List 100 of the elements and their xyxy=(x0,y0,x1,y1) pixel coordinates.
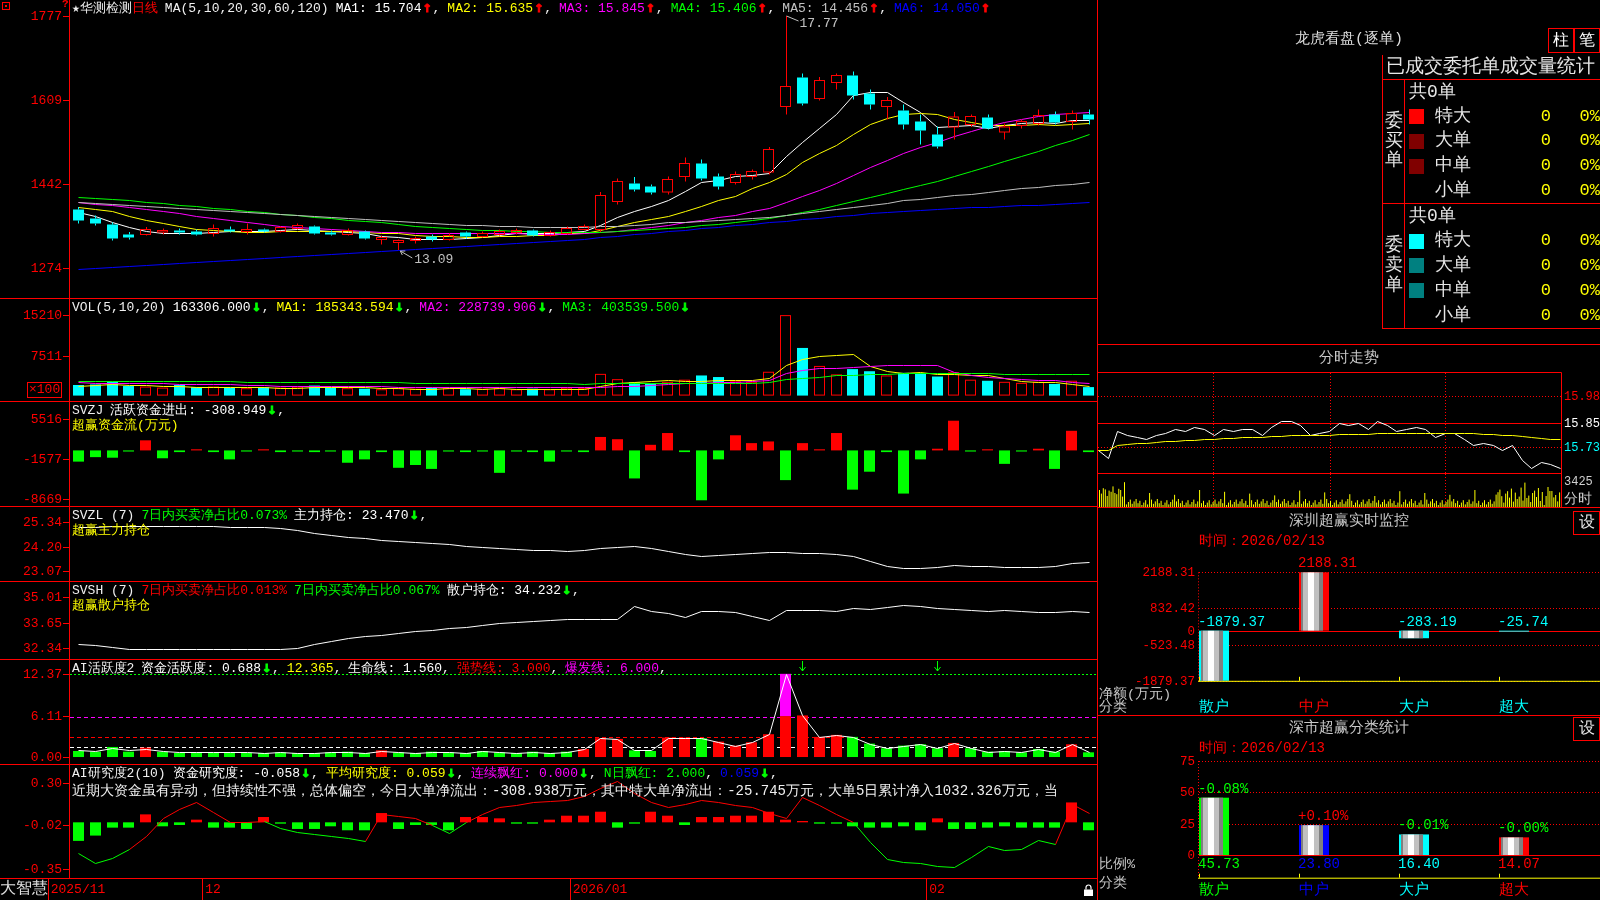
settings-button[interactable]: 设 xyxy=(1573,511,1600,535)
volume-bar xyxy=(544,389,555,396)
help-mark[interactable]: ? xyxy=(62,0,69,9)
indicator-bar xyxy=(932,748,943,757)
indicator-bar xyxy=(511,822,522,824)
candlestick xyxy=(309,225,320,235)
volume-bar xyxy=(881,375,892,396)
category-label: 大户 xyxy=(1399,881,1429,899)
legend-label: 7日内买卖净占比0.073% xyxy=(141,508,288,523)
candlestick xyxy=(881,96,892,120)
indicator-bar xyxy=(847,822,858,827)
candlestick xyxy=(713,173,724,190)
candlestick xyxy=(898,104,909,130)
category-label: 超大 xyxy=(1499,698,1529,715)
indicator-bar xyxy=(73,450,84,462)
change-label: -0.00% xyxy=(1498,820,1549,837)
indicator-bar xyxy=(359,822,370,831)
indicator-bar xyxy=(309,822,320,829)
category-label: 中户 xyxy=(1299,698,1329,715)
volume-bar xyxy=(932,376,943,396)
indicator-bar xyxy=(932,818,943,823)
volume-bar xyxy=(578,388,589,396)
indicator-bar xyxy=(292,753,303,757)
axis-tick-label: 0 xyxy=(1187,848,1195,863)
order-share: 0% xyxy=(1579,305,1600,326)
axis-tick-label: 23.07 xyxy=(23,564,62,579)
axis-tick-label: 75 xyxy=(1180,755,1195,769)
indicator-bar xyxy=(157,751,168,757)
candlestick xyxy=(797,73,808,106)
indicator-bar xyxy=(292,822,303,829)
legend-label: 资金活跃度: 0.688 xyxy=(141,661,261,676)
candlestick xyxy=(73,206,84,224)
lock-icon[interactable] xyxy=(1084,884,1093,896)
legend-separator: , xyxy=(658,661,667,676)
legend-label: 12.365 xyxy=(286,661,334,676)
indicator-bar xyxy=(578,748,589,757)
indicator-bar xyxy=(999,450,1010,464)
volume-bar xyxy=(325,387,336,396)
volume-bar xyxy=(208,386,219,396)
category-label: 超大 xyxy=(1499,881,1529,899)
indicator-bar xyxy=(898,745,909,757)
bar-shading xyxy=(1501,837,1523,855)
view-toggle-button[interactable]: 柱 xyxy=(1548,28,1574,53)
axis-tick-label: 5516 xyxy=(30,412,62,427)
legend-label: MA5: 14.456 xyxy=(782,1,869,16)
indicator-bar xyxy=(1033,822,1044,828)
volume-scale-label: 3425 xyxy=(1564,475,1593,489)
axis-tick-label: 35.01 xyxy=(23,590,62,605)
indicator-bar xyxy=(595,436,606,451)
indicator-bar xyxy=(191,752,202,757)
indicator-bar xyxy=(359,450,370,460)
candlestick xyxy=(864,89,875,110)
trend-arrow: ↓ xyxy=(759,765,771,780)
volume-bar xyxy=(157,387,168,396)
volume-bar xyxy=(797,347,808,396)
indicator-bar xyxy=(780,819,791,823)
candlestick xyxy=(410,236,421,244)
axis-title: 比例% xyxy=(1099,856,1136,872)
indicator-bar xyxy=(107,450,118,458)
indicator-bar xyxy=(881,822,892,828)
order-count: 0 xyxy=(1540,131,1551,152)
indicator-bar xyxy=(275,450,286,453)
candlestick xyxy=(140,226,151,236)
view-toggle-button[interactable]: 笔 xyxy=(1574,28,1600,53)
settings-button[interactable]: 设 xyxy=(1573,717,1600,741)
indicator-bar xyxy=(847,450,858,490)
legend-label: MA3: 15.845 xyxy=(559,1,645,16)
value-label: -1879.37 xyxy=(1198,613,1266,630)
square-icon[interactable] xyxy=(2,2,10,10)
indicator-bar xyxy=(208,753,219,757)
value-label: 45.73 xyxy=(1198,856,1240,872)
candlestick xyxy=(730,171,741,185)
volume-bar xyxy=(241,388,252,396)
legend-label: 163306.000 xyxy=(172,300,251,315)
legend-separator: , xyxy=(879,1,887,16)
legend-label: 7日内买卖净占比0.067% xyxy=(294,583,440,598)
volume-bar xyxy=(359,388,370,396)
candlestick xyxy=(393,239,404,251)
legend-separator: , xyxy=(767,1,776,16)
indicator-bar xyxy=(629,822,640,824)
volume-bar xyxy=(494,388,505,396)
indicator-bar xyxy=(999,751,1010,757)
volume-unit-label: 分时 xyxy=(1564,491,1592,507)
indicator-bar xyxy=(342,450,353,463)
indicator-bar xyxy=(511,450,522,452)
indicator-bar xyxy=(629,450,640,479)
indicator-bar xyxy=(780,716,791,757)
volume-bar xyxy=(1016,382,1027,396)
volume-bar xyxy=(309,385,320,396)
legend-separator: , xyxy=(333,661,342,676)
indicator-bar xyxy=(410,822,421,825)
panel-title: 深市超赢分类统计 xyxy=(1289,719,1409,738)
indicator-bar xyxy=(174,450,185,453)
indicator-bar xyxy=(1066,744,1077,757)
legend-separator: , xyxy=(588,766,597,781)
indicator-bar xyxy=(1049,450,1060,469)
indicator-bar xyxy=(561,815,572,823)
candlestick xyxy=(578,224,589,231)
candlestick xyxy=(847,71,858,100)
candlestick xyxy=(511,228,522,235)
